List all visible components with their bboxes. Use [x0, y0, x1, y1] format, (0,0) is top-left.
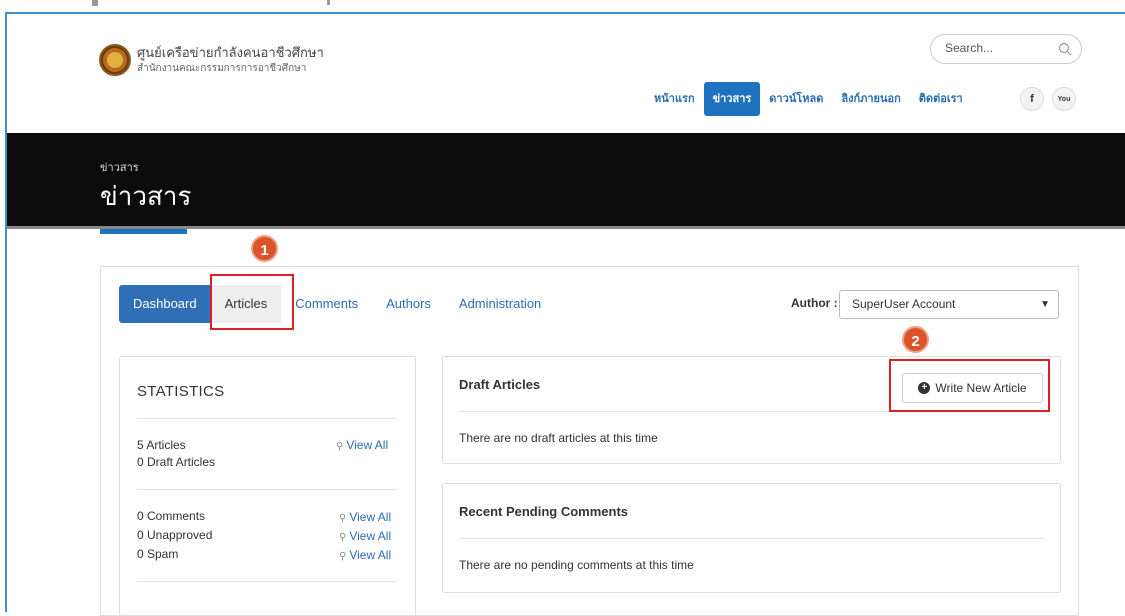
- search-input[interactable]: [945, 41, 1055, 55]
- stat-spam: 0 Spam: [137, 547, 179, 561]
- page-banner: ข่าวสาร ข่าวสาร: [7, 133, 1125, 229]
- nav-item-external-links[interactable]: ลิงก์ภายนอก: [832, 82, 909, 116]
- divider: [137, 489, 397, 490]
- author-select-value: SuperUser Account: [852, 297, 956, 311]
- stat-comments: 0 Comments: [137, 509, 206, 523]
- top-strip: [0, 0, 1125, 12]
- divider: [137, 418, 397, 419]
- view-all-articles-link[interactable]: ⚲ View All: [336, 438, 388, 452]
- stat-articles: 5 Articles: [137, 438, 186, 452]
- step-marker-2: 2: [902, 326, 929, 353]
- view-all-label: View All: [349, 510, 392, 524]
- pending-comments-title: Recent Pending Comments: [459, 504, 629, 519]
- view-all-label: View All: [349, 529, 392, 543]
- tab-authors[interactable]: Authors: [372, 285, 445, 323]
- view-all-label: View All: [346, 438, 389, 452]
- org-title: ศูนย์เครือข่ายกำลังคนอาชีวศึกษา: [137, 45, 324, 61]
- search-box[interactable]: [930, 34, 1082, 64]
- social-links: f You: [1020, 87, 1076, 111]
- nav-item-contact[interactable]: ติดต่อเรา: [910, 82, 972, 116]
- draft-articles-empty-message: There are no draft articles at this time: [459, 431, 658, 445]
- tab-dashboard[interactable]: Dashboard: [119, 285, 211, 323]
- blog-tabs: Dashboard Articles Comments Authors Admi…: [119, 285, 555, 323]
- pending-comments-card: Recent Pending Comments There are no pen…: [442, 483, 1061, 593]
- author-select[interactable]: SuperUser Account ▼: [839, 290, 1059, 319]
- strip-mark: [92, 0, 98, 6]
- view-all-spam-link[interactable]: ⚲ View All: [339, 548, 391, 562]
- magnifier-icon: ⚲: [339, 551, 347, 562]
- title-underline: [100, 229, 187, 234]
- org-subtitle: สำนักงานคณะกรรมการการอาชีวศึกษา: [137, 62, 307, 74]
- tab-comments[interactable]: Comments: [281, 285, 372, 323]
- divider: [459, 538, 1045, 539]
- site-logo[interactable]: ศูนย์เครือข่ายกำลังคนอาชีวศึกษา สำนักงาน…: [99, 44, 324, 76]
- main-nav: หน้าแรก ข่าวสาร ดาวน์โหลด ลิงก์ภายนอก ติ…: [645, 82, 972, 116]
- youtube-icon[interactable]: You: [1052, 87, 1076, 111]
- pending-comments-empty-message: There are no pending comments at this ti…: [459, 558, 694, 572]
- tab-administration[interactable]: Administration: [445, 285, 555, 323]
- nav-item-download[interactable]: ดาวน์โหลด: [760, 82, 832, 116]
- statistics-title: STATISTICS: [137, 383, 225, 400]
- strip-mark: [327, 0, 330, 5]
- view-all-label: View All: [349, 548, 392, 562]
- search-icon[interactable]: [1058, 42, 1072, 56]
- facebook-icon[interactable]: f: [1020, 87, 1044, 111]
- statistics-card: STATISTICS 5 Articles 0 Draft Articles ⚲…: [119, 356, 416, 616]
- draft-articles-title: Draft Articles: [459, 377, 541, 392]
- divider: [137, 581, 397, 582]
- nav-item-home[interactable]: หน้าแรก: [645, 82, 704, 116]
- stat-draft-articles: 0 Draft Articles: [137, 455, 216, 469]
- step-marker-1: 1: [251, 235, 278, 262]
- stat-unapproved: 0 Unapproved: [137, 528, 213, 542]
- highlight-box-write-article: [889, 359, 1050, 412]
- magnifier-icon: ⚲: [336, 441, 344, 452]
- highlight-box-articles: [210, 274, 294, 330]
- view-all-unapproved-link[interactable]: ⚲ View All: [339, 529, 391, 543]
- magnifier-icon: ⚲: [339, 532, 347, 543]
- view-all-comments-link[interactable]: ⚲ View All: [339, 510, 391, 524]
- breadcrumb[interactable]: ข่าวสาร: [100, 158, 139, 176]
- author-label: Author :: [791, 296, 838, 310]
- page-title: ข่าวสาร: [100, 182, 192, 212]
- chevron-down-icon: ▼: [1040, 299, 1050, 310]
- magnifier-icon: ⚲: [339, 513, 347, 524]
- nav-item-news[interactable]: ข่าวสาร: [703, 82, 761, 116]
- emblem-icon: [99, 44, 131, 76]
